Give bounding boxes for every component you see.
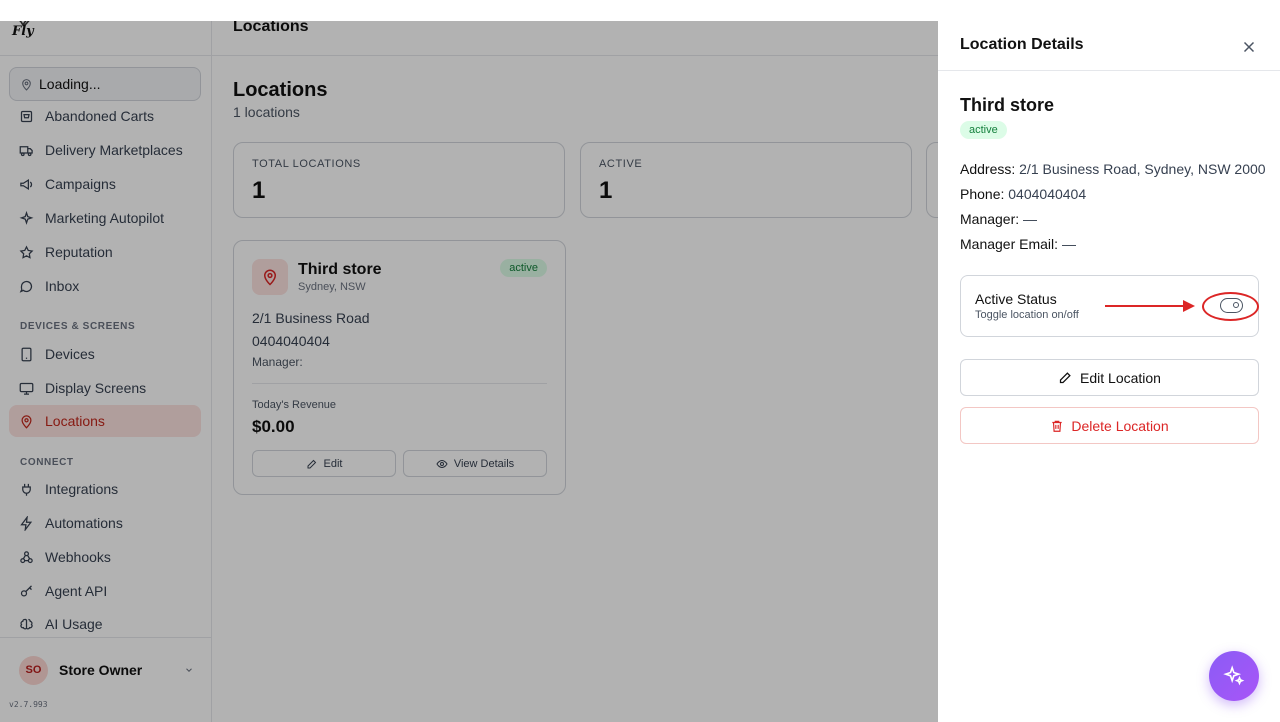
manager-label: Manager: (960, 211, 1020, 227)
close-icon[interactable] (1240, 38, 1258, 56)
drawer-location-name: Third store (960, 95, 1055, 115)
modal-backdrop[interactable] (0, 21, 938, 722)
manager-email-label: Manager Email: (960, 236, 1059, 252)
phone-value: 0404040404 (1008, 186, 1087, 202)
drawer-header: Location Details (938, 21, 1280, 71)
sparkles-icon (1223, 665, 1245, 686)
phone-label: Phone: (960, 186, 1005, 202)
drawer-manager-email: Manager Email: — (960, 236, 1076, 252)
manager-value: — (1023, 211, 1038, 227)
ai-assistant-button[interactable] (1209, 651, 1259, 701)
drawer-title: Location Details (960, 36, 1084, 53)
toggle-subtitle: Toggle location on/off (975, 309, 1079, 321)
drawer-address: Address: 2/1 Business Road, Sydney, NSW … (960, 161, 1266, 177)
top-strip (0, 0, 1280, 21)
pencil-icon (1059, 372, 1071, 384)
delete-location-label: Delete Location (1071, 417, 1169, 434)
edit-location-label: Edit Location (1080, 369, 1161, 386)
status-badge: active (960, 121, 1007, 139)
manager-email-value: — (1061, 236, 1076, 252)
toggle-title: Active Status (975, 291, 1057, 307)
address-value: 2/1 Business Road, Sydney, NSW 2000 (1019, 161, 1266, 177)
edit-location-button[interactable]: Edit Location (960, 359, 1259, 396)
trash-icon (1052, 420, 1063, 432)
active-status-toggle[interactable] (1220, 298, 1243, 313)
drawer-manager: Manager: — (960, 211, 1037, 227)
drawer-phone: Phone: 0404040404 (960, 186, 1086, 202)
annotation-arrow-icon (1105, 300, 1195, 312)
delete-location-button[interactable]: Delete Location (960, 407, 1259, 444)
active-status-card: Active Status Toggle location on/off (960, 275, 1259, 337)
toggle-knob (1233, 302, 1239, 308)
address-label: Address: (960, 161, 1016, 177)
location-details-drawer: Location Details Third store active Addr… (938, 21, 1280, 722)
